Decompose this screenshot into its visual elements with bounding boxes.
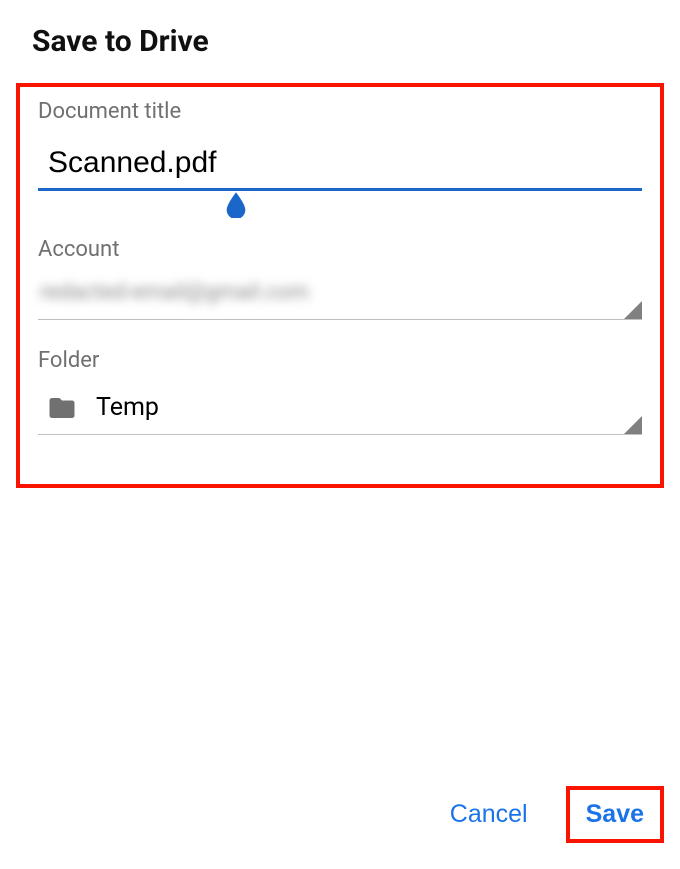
folder-label: Folder [38, 348, 642, 373]
account-label: Account [38, 237, 642, 262]
document-title-input-wrap [38, 142, 642, 191]
account-selector[interactable]: redacted-email@gmail.com [38, 280, 642, 320]
dialog-header: Save to Drive [0, 0, 680, 83]
folder-field: Folder Temp [38, 348, 642, 435]
folder-icon [44, 393, 80, 423]
folder-value: Temp [96, 393, 159, 422]
highlighted-save-area: Save [566, 786, 664, 843]
document-title-label: Document title [38, 99, 642, 124]
document-title-input[interactable] [38, 142, 642, 191]
account-field: Account redacted-email@gmail.com [38, 237, 642, 320]
dialog-title: Save to Drive [32, 24, 648, 59]
dropdown-corner-icon [624, 301, 642, 319]
dropdown-corner-icon [624, 416, 642, 434]
save-button[interactable]: Save [572, 792, 658, 837]
account-value-redacted: redacted-email@gmail.com [38, 280, 309, 305]
highlighted-form-area: Document title Account redacted-email@gm… [16, 83, 664, 488]
folder-selector[interactable]: Temp [38, 391, 642, 435]
cancel-button[interactable]: Cancel [440, 792, 538, 837]
dialog-actions: Cancel Save [440, 786, 664, 843]
text-cursor-handle-icon[interactable] [222, 190, 250, 218]
document-title-field: Document title [38, 99, 642, 191]
